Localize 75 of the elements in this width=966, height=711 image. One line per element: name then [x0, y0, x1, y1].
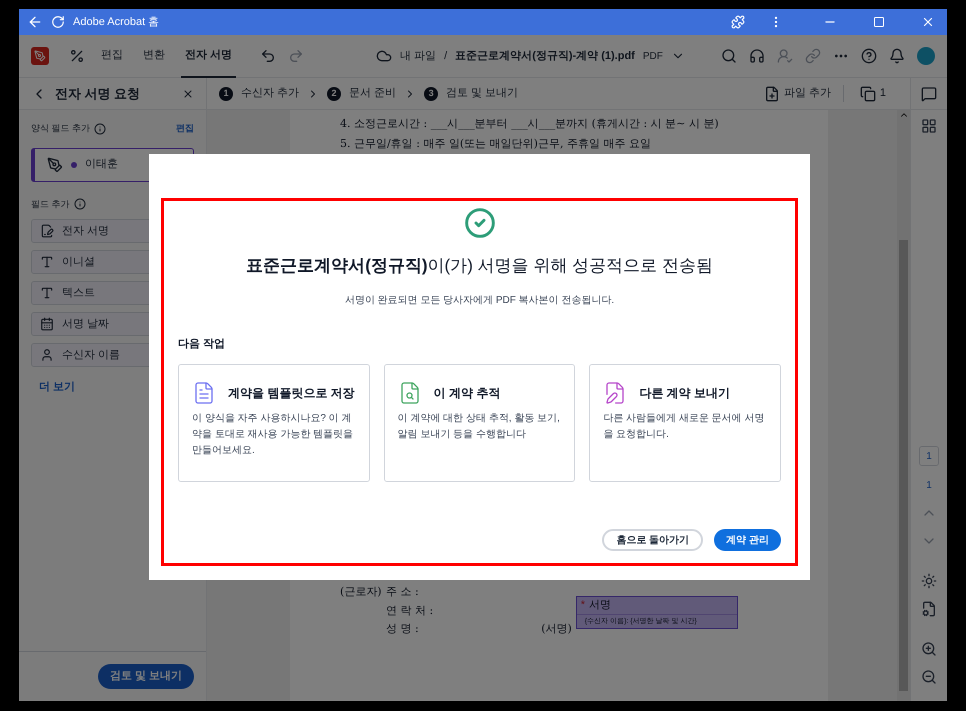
- page-input[interactable]: 1: [919, 446, 939, 466]
- action-card[interactable]: 다른 계약 보내기 다른 사람들에게 새로운 문서에 서명을 요청합니다.: [589, 364, 781, 482]
- dialog-title: 표준근로계약서(정규직)이(가) 서명을 위해 성공적으로 전송됨: [246, 255, 713, 277]
- info-icon: [74, 198, 86, 210]
- menu-tab[interactable]: 변환: [139, 34, 169, 78]
- maximize-icon[interactable]: [873, 16, 885, 28]
- signer-row-text: 주 소 :: [386, 584, 420, 600]
- close-icon[interactable]: [921, 15, 935, 29]
- brightness-icon[interactable]: [921, 573, 937, 589]
- signature-icon: [40, 224, 54, 238]
- signer-role: (근로자): [340, 584, 383, 600]
- edit-link[interactable]: 편집: [176, 122, 194, 136]
- add-file-button[interactable]: 파일 추가: [764, 85, 844, 102]
- back-icon[interactable]: [27, 14, 43, 30]
- section-label: 필드 추가: [31, 198, 70, 210]
- text-icon: [40, 286, 54, 300]
- breadcrumb-link[interactable]: 내 파일: [400, 48, 436, 64]
- review-button[interactable]: 검토 및 보내기: [98, 664, 194, 689]
- search-icon[interactable]: [721, 48, 737, 64]
- pen-icon: [47, 156, 63, 172]
- comment-icon[interactable]: [921, 86, 937, 102]
- signer-row-text: 성 명 :: [386, 621, 420, 637]
- zoom-out-icon[interactable]: [921, 669, 937, 685]
- percent-icon[interactable]: [69, 48, 85, 64]
- page-total: 1: [926, 479, 932, 493]
- success-icon: [464, 207, 496, 239]
- grid-icon[interactable]: [921, 118, 937, 134]
- step-number: 1: [219, 86, 233, 100]
- signer-row-text: 연 락 처 :: [386, 602, 434, 618]
- file-type: PDF: [642, 50, 663, 64]
- window-title: Adobe Acrobat 홈: [73, 14, 160, 30]
- help-icon[interactable]: [861, 48, 877, 64]
- user-icon: [40, 348, 54, 362]
- initials-icon: [40, 255, 54, 269]
- file-plus-icon: [764, 86, 780, 102]
- required-mark: *: [580, 598, 586, 614]
- step-number: 3: [424, 86, 438, 100]
- step-label[interactable]: 수신자 추가: [241, 85, 300, 102]
- document-settings-icon[interactable]: [921, 601, 937, 617]
- page-count-button[interactable]: 1: [860, 85, 886, 102]
- step-label[interactable]: 검토 및 보내기: [446, 85, 518, 102]
- sign-label: (서명): [541, 621, 572, 637]
- step-number: 2: [327, 86, 342, 100]
- dialog-subtitle: 서명이 완료되면 모든 당사자에게 PDF 복사본이 전송됩니다.: [344, 294, 614, 308]
- headphones-icon[interactable]: [749, 48, 765, 64]
- step-label[interactable]: 문서 준비: [349, 85, 396, 102]
- pages-icon: [860, 86, 876, 102]
- section-label: 양식 필드 추가: [31, 122, 90, 135]
- zoom-in-icon[interactable]: [921, 641, 937, 657]
- manage-button[interactable]: 계약 관리: [714, 529, 781, 551]
- card-description: 다른 사람들에게 새로운 문서에 서명을 요청합니다.: [603, 412, 766, 442]
- bell-icon[interactable]: [889, 48, 905, 64]
- calendar-icon: [40, 317, 54, 331]
- card-description: 이 양식을 자주 사용하시나요? 이 계약을 토대로 재사용 가능한 템플릿을 만들어보세요.: [192, 412, 354, 458]
- document-line: 4. 소정근로시간 : ___시___분부터 ___시___분까지 (휴게시간 : 시 분~ 시 분): [340, 116, 720, 132]
- action-card[interactable]: 이 계약 추적 이 계약에 대한 상태 추적, 활동 보기, 알림 보내기 등을 수행합니다: [384, 364, 576, 482]
- close-icon[interactable]: [182, 88, 194, 100]
- file-name: 표준근로계약서(정규직)-계약 (1).pdf: [455, 48, 635, 64]
- refresh-icon[interactable]: [51, 15, 65, 29]
- document-line: 5. 근무일/휴일 : 매주 일(또는 매일단위)근무, 주휴일 매주 요일: [340, 136, 652, 152]
- field-title: 서명: [589, 598, 612, 614]
- home-button[interactable]: 홈으로 돌아가기: [602, 529, 704, 551]
- action-card[interactable]: 계약을 템플릿으로 저장 이 양식을 자주 사용하시나요? 이 계약을 토대로 재사용 가능한 템플릿을 만들어보세요.: [178, 364, 370, 482]
- card-title: 이 계약 추적: [434, 385, 500, 402]
- card-title: 계약을 템플릿으로 저장: [228, 385, 355, 402]
- extension-icon[interactable]: [731, 15, 745, 29]
- breadcrumb-separator: /: [444, 48, 448, 64]
- undo-icon[interactable]: [260, 48, 276, 64]
- info-icon: [94, 122, 106, 135]
- cloud-icon: [376, 48, 392, 64]
- scrollbar[interactable]: [897, 110, 910, 701]
- card-description: 이 계약에 대한 상태 추적, 활동 보기, 알림 보내기 등을 수행합니다: [398, 412, 561, 442]
- panel-title: 전자 서명 요청: [55, 84, 140, 103]
- card-title: 다른 계약 보내기: [639, 385, 730, 402]
- recipient-name: 이태훈: [85, 157, 118, 172]
